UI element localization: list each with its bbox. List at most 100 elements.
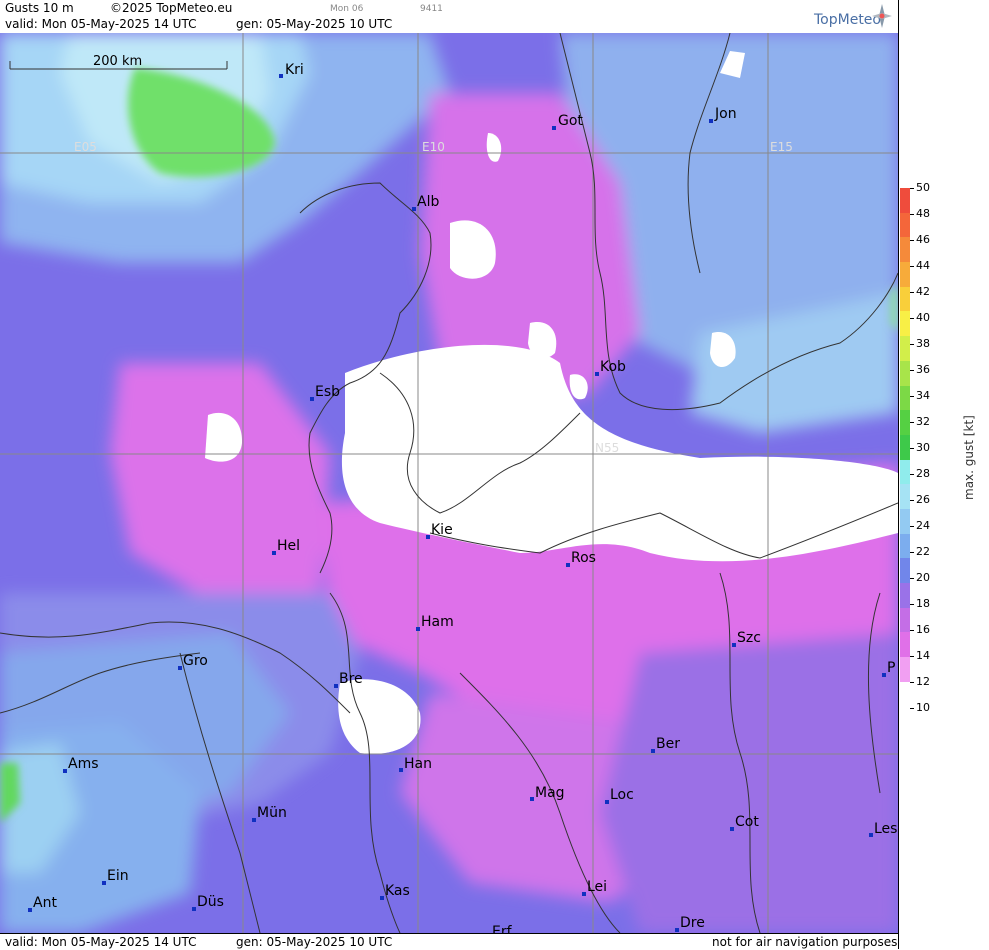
legend-color-segment xyxy=(900,286,910,312)
legend-tick-label: 12 xyxy=(916,675,930,688)
city-label: Cot xyxy=(735,814,759,830)
legend-color-segment xyxy=(900,434,910,460)
legend-tick-mark xyxy=(910,214,914,215)
city-label: Kri xyxy=(285,62,304,78)
city-label: Alb xyxy=(417,194,439,210)
city-label: Les xyxy=(874,821,897,837)
legend-tick-label: 10 xyxy=(916,701,930,714)
legend-color-segment xyxy=(900,385,910,411)
city-label: Szc xyxy=(737,630,761,646)
legend-color-segment xyxy=(900,607,910,633)
legend-tick-mark xyxy=(910,708,914,709)
legend-tick-label: 16 xyxy=(916,623,930,636)
disclaimer-text: not for air navigation purposes xyxy=(712,935,898,949)
legend-tick-mark xyxy=(910,656,914,657)
legend-tick-label: 18 xyxy=(916,597,930,610)
product-title: Gusts 10 m xyxy=(5,1,74,15)
city-label: Ein xyxy=(107,868,129,884)
legend-tick-label: 40 xyxy=(916,311,930,324)
legend-color-bar xyxy=(900,188,910,682)
legend-color-segment xyxy=(900,360,910,386)
grid-label-e15: E15 xyxy=(770,140,793,154)
legend-tick-label: 14 xyxy=(916,649,930,662)
legend-tick-label: 30 xyxy=(916,441,930,454)
legend-tick-mark xyxy=(910,188,914,189)
code-label: 9411 xyxy=(420,4,443,14)
footer-bar: valid: Mon 05-May-2025 14 UTC gen: 05-Ma… xyxy=(0,933,898,950)
legend-tick-mark xyxy=(910,240,914,241)
legend-color-segment xyxy=(900,212,910,238)
city-label: Hel xyxy=(277,538,300,554)
legend-tick-label: 46 xyxy=(916,233,930,246)
legend-tick-label: 44 xyxy=(916,259,930,272)
city-label: Kas xyxy=(385,883,410,899)
map-canvas: E05 E10 E15 N55 200 km Kri Got Jon Alb K… xyxy=(0,33,898,933)
generated-time: gen: 05-May-2025 10 UTC xyxy=(236,17,393,31)
legend-tick-label: 50 xyxy=(916,181,930,194)
city-label: Mag xyxy=(535,785,565,801)
city-label: Kie xyxy=(431,522,453,538)
grid-label-e10: E10 xyxy=(422,140,445,154)
scale-label: 200 km xyxy=(93,54,142,69)
legend-title: max. gust [kt] xyxy=(962,415,976,500)
city-label: Lei xyxy=(587,879,607,895)
city-label: Gro xyxy=(183,653,208,669)
legend-color-segment xyxy=(900,508,910,534)
legend-tick-mark xyxy=(910,318,914,319)
header-bar: Gusts 10 m ©2025 TopMeteo.eu Mon 06 9411… xyxy=(0,0,898,34)
valid-time: valid: Mon 05-May-2025 14 UTC xyxy=(5,17,197,31)
legend-tick-mark xyxy=(910,370,914,371)
legend-tick-mark xyxy=(910,344,914,345)
legend-tick-mark xyxy=(910,422,914,423)
city-label: Esb xyxy=(315,384,340,400)
city-label: Ant xyxy=(33,895,57,911)
legend-tick-mark xyxy=(910,474,914,475)
legend-color-segment xyxy=(900,188,910,213)
legend-tick-label: 34 xyxy=(916,389,930,402)
city-label: Ros xyxy=(571,550,596,566)
city-label: Ham xyxy=(421,614,454,630)
legend-tick-label: 48 xyxy=(916,207,930,220)
legend-tick-label: 38 xyxy=(916,337,930,350)
legend-color-segment xyxy=(900,336,910,361)
legend-color-segment xyxy=(900,558,910,583)
city-label: Loc xyxy=(610,787,634,803)
legend-tick-mark xyxy=(910,682,914,683)
legend-color-segment xyxy=(900,533,910,559)
legend-tick-label: 22 xyxy=(916,545,930,558)
city-label: Mün xyxy=(257,805,287,821)
city-label: Dre xyxy=(680,915,705,931)
legend-tick-label: 36 xyxy=(916,363,930,376)
legend-color-segment xyxy=(900,459,910,485)
legend-tick-label: 28 xyxy=(916,467,930,480)
footer-generated-time: gen: 05-May-2025 10 UTC xyxy=(236,935,393,949)
city-label: Han xyxy=(404,756,432,772)
legend-tick-mark xyxy=(910,578,914,579)
city-label: Kob xyxy=(600,359,626,375)
legend-color-segment xyxy=(900,583,910,608)
city-label: P xyxy=(887,660,895,676)
legend-tick-label: 32 xyxy=(916,415,930,428)
day-label: Mon 06 xyxy=(330,4,364,14)
legend-color-segment xyxy=(900,262,910,287)
legend-tick-mark xyxy=(910,292,914,293)
footer-valid-time: valid: Mon 05-May-2025 14 UTC xyxy=(5,935,197,949)
legend-tick-label: 42 xyxy=(916,285,930,298)
copyright-text: ©2025 TopMeteo.eu xyxy=(110,1,233,15)
legend-tick-mark xyxy=(910,604,914,605)
city-label: Bre xyxy=(339,671,363,687)
city-label: Erf xyxy=(492,924,513,933)
legend-tick-mark xyxy=(910,448,914,449)
legend-tick-mark xyxy=(910,266,914,267)
legend-tick-label: 20 xyxy=(916,571,930,584)
legend-tick-mark xyxy=(910,526,914,527)
legend-color-segment xyxy=(900,484,910,509)
legend-color-segment xyxy=(900,311,910,337)
gust-map[interactable]: E05 E10 E15 N55 200 km Kri Got Jon Alb K… xyxy=(0,33,898,933)
legend-tick-label: 24 xyxy=(916,519,930,532)
legend-color-segment xyxy=(900,410,910,435)
legend-tick-mark xyxy=(910,552,914,553)
city-label: Jon xyxy=(714,106,737,122)
grid-label-e05: E05 xyxy=(74,140,97,154)
legend-tick-mark xyxy=(910,396,914,397)
